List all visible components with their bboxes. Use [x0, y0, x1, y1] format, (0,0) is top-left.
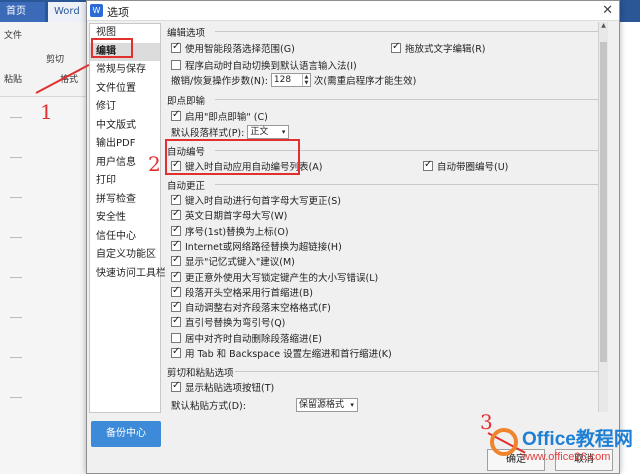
auto-correct-option[interactable]: 自动调整右对齐段落末空格格式(F) [171, 300, 331, 314]
undo-steps-stepper[interactable]: 128 ▲ ▼ [270, 73, 311, 87]
dialog-titlebar: W 选项 ✕ [87, 1, 619, 21]
close-icon[interactable]: ✕ [602, 3, 613, 18]
office-logo-icon [490, 428, 518, 456]
options-content: 编辑选项 使用智能段落选择范围(G) 拖放式文字编辑(R) 程序启动时自动切换到… [165, 23, 619, 413]
checkbox[interactable] [171, 346, 181, 358]
dialog-title: 选项 [107, 6, 129, 19]
auto-correct-option[interactable]: 序号(1st)替换为上标(O) [171, 224, 289, 238]
option-default-paste: 默认粘贴方式(D): 保留源格式 ▾ [171, 398, 358, 412]
sidebar-item-trust-center[interactable]: 信任中心 [90, 228, 160, 247]
option-drag-text[interactable]: 拖放式文字编辑(R) [391, 41, 486, 55]
sidebar-item-revision[interactable]: 修订 [90, 98, 160, 117]
content-scrollbar[interactable]: ▲ [598, 22, 608, 412]
section-title-paste: 剪切和粘贴选项 [167, 368, 234, 379]
checkbox[interactable] [171, 41, 181, 53]
highlight-edit-box [91, 38, 133, 58]
checkbox[interactable] [171, 315, 181, 328]
auto-correct-option[interactable]: 键入时自动进行句首字母大写更正(S) [171, 193, 341, 207]
annotation-1: 1 [40, 100, 53, 124]
sidebar-item-spelling[interactable]: 拼写检查 [90, 191, 160, 210]
section-title-click-type: 即点即输 [167, 96, 206, 107]
checkbox[interactable] [171, 300, 181, 313]
checkbox[interactable] [171, 270, 181, 282]
file-menu[interactable]: 文件 [4, 28, 22, 41]
checkbox[interactable] [171, 332, 181, 343]
app-toolbar: 文件 剪切 粘贴 格式 [0, 22, 88, 97]
auto-correct-option[interactable]: 直引号替换为弯引号(Q) [171, 315, 285, 329]
checkbox[interactable] [423, 159, 433, 171]
option-smart-select[interactable]: 使用智能段落选择范围(G) [171, 41, 295, 55]
options-dialog: W 选项 ✕ 视图 编辑 常规与保存 文件位置 修订 中文版式 输出PDF 用户… [86, 0, 620, 474]
auto-correct-option[interactable]: 居中对齐时自动删除段落缩进(E) [171, 331, 322, 345]
auto-correct-option[interactable]: Internet或网络路径替换为超链接(H) [171, 239, 342, 253]
sidebar-item-chinese-layout[interactable]: 中文版式 [90, 117, 160, 136]
checkbox[interactable] [171, 60, 181, 70]
checkbox[interactable] [171, 380, 181, 392]
paste-button[interactable]: 粘贴 [4, 72, 22, 85]
sidebar-item-general[interactable]: 常规与保存 [90, 61, 160, 80]
sidebar-item-security[interactable]: 安全性 [90, 209, 160, 228]
checkbox[interactable] [171, 239, 181, 251]
auto-correct-option[interactable]: 显示"记忆式键入"建议(M) [171, 254, 295, 268]
sidebar-item-customize-ribbon[interactable]: 自定义功能区 [90, 246, 160, 265]
option-show-paste-button[interactable]: 显示粘贴选项按钮(T) [171, 380, 274, 394]
sidebar-item-quick-access[interactable]: 快速访问工具栏 [90, 265, 166, 284]
checkbox[interactable] [171, 109, 181, 121]
options-sidebar: 视图 编辑 常规与保存 文件位置 修订 中文版式 输出PDF 用户信息 打印 拼… [89, 23, 166, 413]
backup-center-button[interactable]: 备份中心 [91, 421, 161, 447]
auto-correct-option[interactable]: 更正意外使用大写锁定键产生的大小写错误(L) [171, 270, 378, 284]
tab-home[interactable]: 首页 [0, 2, 45, 22]
watermark-url: www.office26.com [522, 451, 611, 463]
option-undo-steps: 撤销/恢复操作步数(N): 128 ▲ ▼ 次(需重启程序才能生效) [171, 73, 417, 87]
tab-word[interactable]: Word [48, 2, 88, 22]
option-ime-switch[interactable]: 程序启动时自动切换到默认语言输入法(I) [171, 58, 357, 72]
auto-correct-option[interactable]: 用 Tab 和 Backspace 设置左缩进和首行缩进(K) [171, 346, 392, 360]
cut-button[interactable]: 剪切 [46, 52, 64, 65]
scroll-up-icon[interactable]: ▲ [599, 22, 608, 32]
checkbox[interactable] [171, 208, 181, 221]
document-area [0, 97, 88, 474]
option-default-style: 默认段落样式(P): 正文 ▾ [171, 125, 290, 139]
section-title-edit: 编辑选项 [167, 28, 206, 39]
sidebar-item-export-pdf[interactable]: 输出PDF [90, 135, 160, 154]
highlight-auto-number-box [165, 139, 300, 175]
sidebar-item-file-location[interactable]: 文件位置 [90, 80, 160, 99]
checkbox[interactable] [171, 285, 181, 297]
watermark-name: Office教程网 [522, 429, 633, 450]
default-style-select[interactable]: 正文 ▾ [247, 125, 290, 139]
scroll-thumb[interactable] [600, 42, 607, 362]
checkbox[interactable] [171, 254, 181, 267]
default-paste-select[interactable]: 保留源格式 ▾ [295, 398, 358, 412]
checkbox[interactable] [171, 193, 181, 205]
app-icon: W [90, 4, 103, 17]
watermark: Office教程网 www.office26.com [490, 424, 640, 474]
annotation-2: 2 [148, 152, 161, 176]
checkbox[interactable] [171, 224, 181, 236]
auto-correct-option[interactable]: 英文日期首字母大写(W) [171, 208, 287, 222]
option-click-type[interactable]: 启用"即点即输" (C) [171, 109, 268, 123]
section-title-auto-correct: 自动更正 [167, 181, 206, 192]
auto-correct-option[interactable]: 段落开头空格采用行首缩进(B) [171, 285, 313, 299]
option-auto-circled[interactable]: 自动带圈编号(U) [423, 159, 508, 173]
checkbox[interactable] [391, 41, 401, 53]
